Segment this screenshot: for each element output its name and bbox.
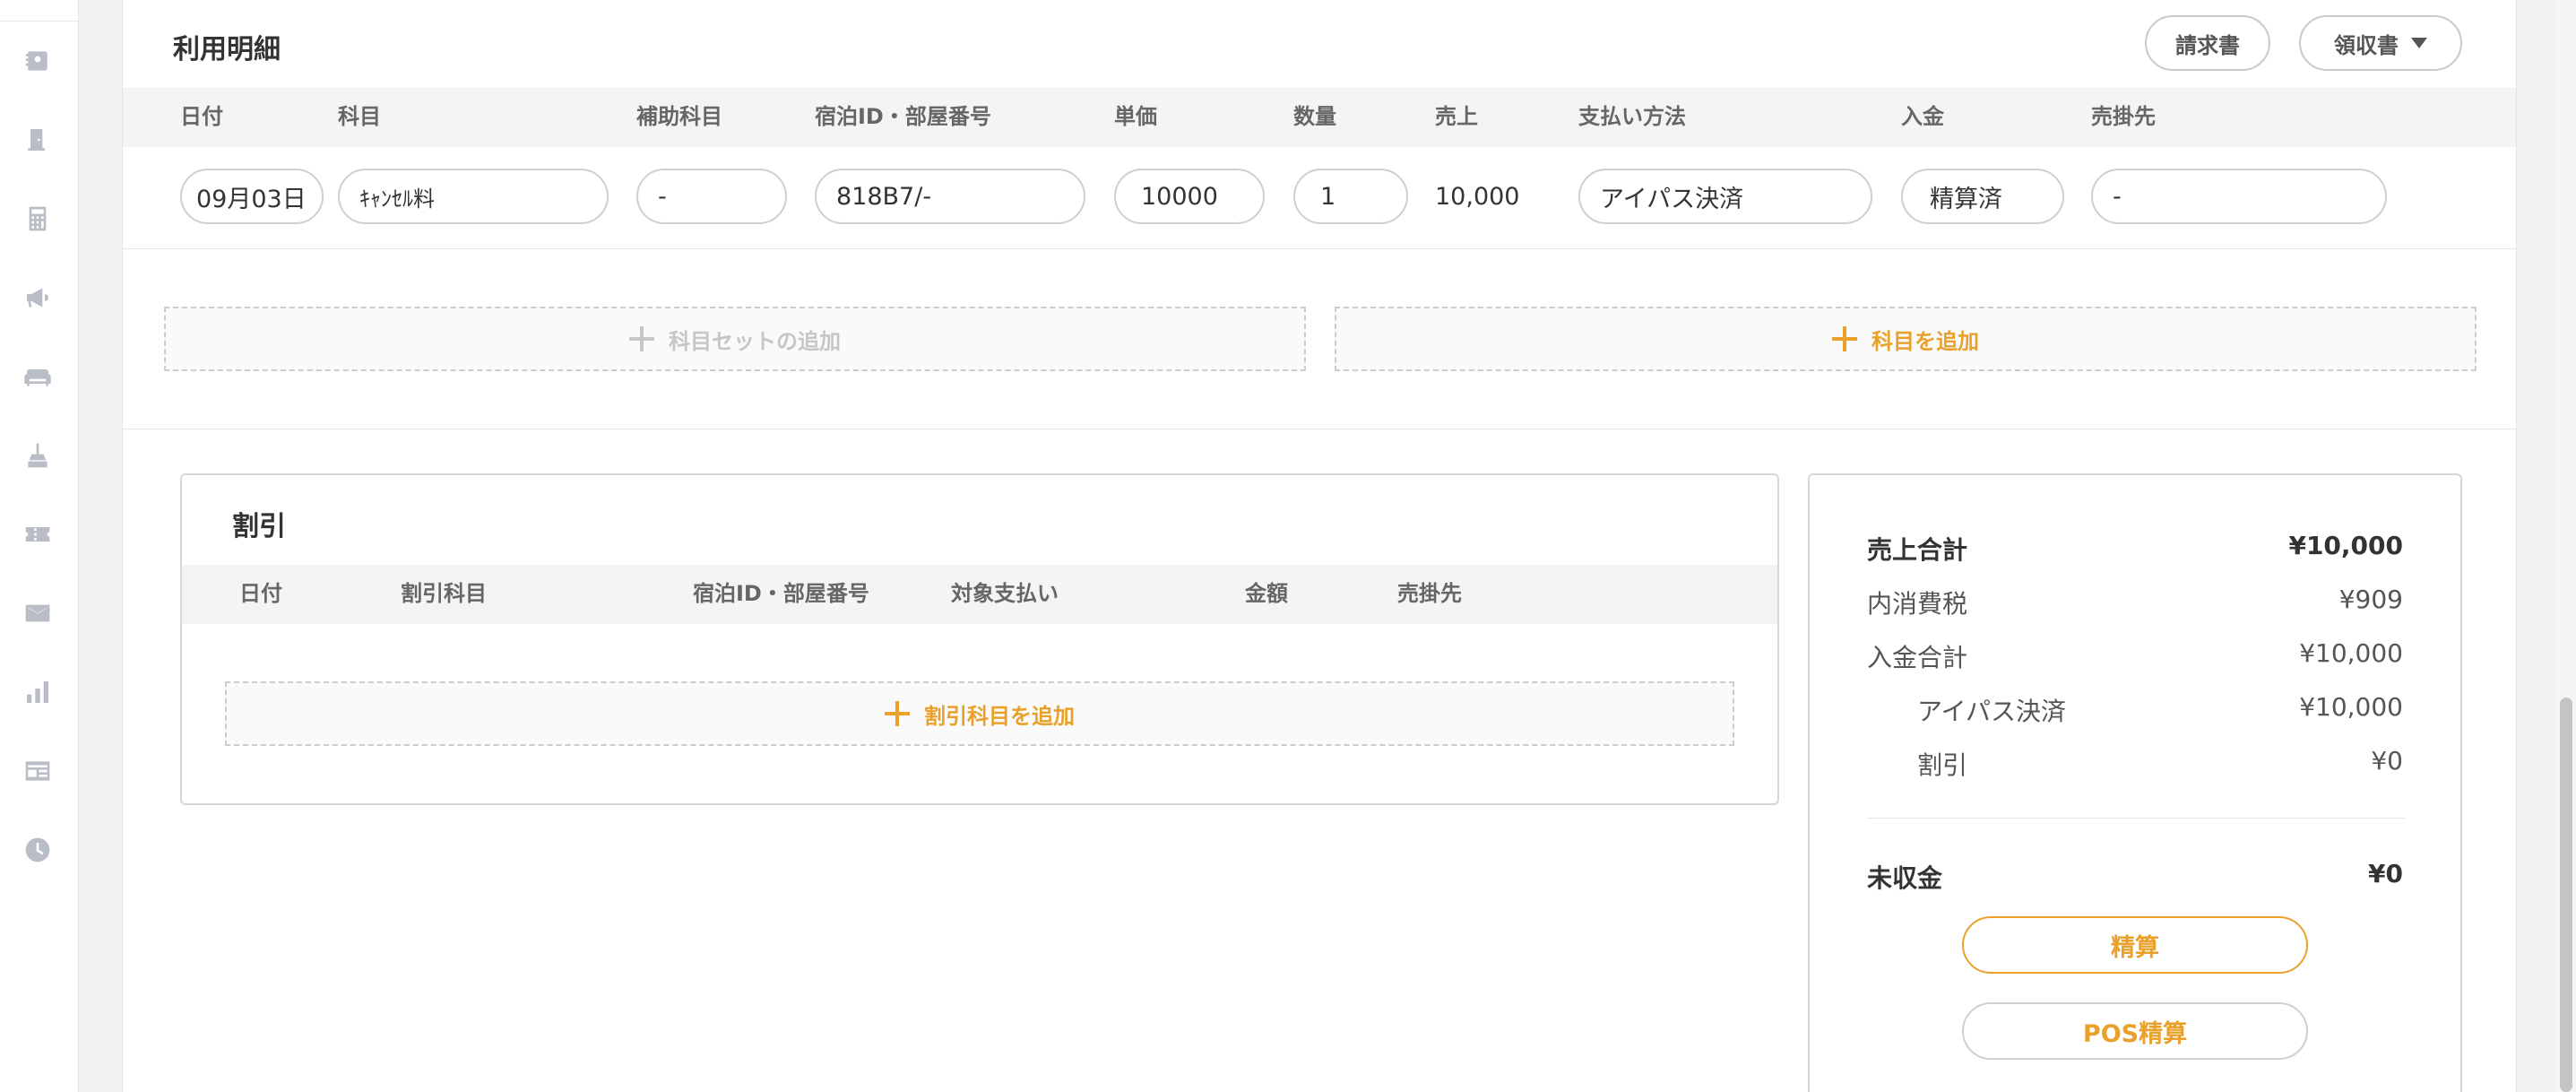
col-stay-room: 宿泊ID・部屋番号	[815, 104, 991, 129]
clock-icon[interactable]	[22, 834, 54, 866]
invoice-button-label: 請求書	[2175, 32, 2240, 58]
ticket-icon[interactable]	[22, 518, 54, 550]
unit-price-field[interactable]: 10000	[1114, 169, 1265, 224]
discount-col-item: 割引科目	[401, 581, 487, 606]
discount-col-target-payment: 対象支払い	[951, 581, 1059, 606]
summary-panel: 売上合計 ¥10,000 内消費税 ¥909 入金合計 ¥10,000 アイパス…	[1808, 473, 2462, 1092]
discount-col-amount: 金額	[1245, 581, 1288, 606]
door-icon[interactable]	[22, 124, 54, 156]
mail-icon[interactable]	[22, 597, 54, 629]
sales-total-value: ¥10,000	[2288, 531, 2403, 560]
ipass-value: ¥10,000	[2299, 692, 2403, 722]
discount-value: ¥0	[2371, 746, 2403, 776]
qty-field[interactable]: 1	[1293, 169, 1408, 224]
receivable-field[interactable]: -	[2091, 169, 2387, 224]
caret-down-icon	[2411, 38, 2427, 48]
payment-method-field[interactable]: アイパス決済	[1578, 169, 1872, 224]
scrollbar-thumb[interactable]	[2560, 698, 2572, 1092]
discount-panel: 割引 日付 割引科目 宿泊ID・部屋番号 対象支払い 金額 売掛先 割引科目を追…	[180, 473, 1779, 805]
sub-item-field[interactable]: -	[636, 169, 787, 224]
bar-chart-icon[interactable]	[22, 676, 54, 708]
unpaid-label: 未収金	[1867, 863, 1943, 893]
summary-divider	[1867, 818, 2405, 819]
usage-title: 利用明細	[173, 34, 281, 65]
plus-icon	[629, 326, 654, 351]
col-deposit: 入金	[1901, 104, 1944, 129]
add-item-button[interactable]: 科目を追加	[1335, 307, 2477, 371]
discount-col-stay-room: 宿泊ID・部屋番号	[693, 581, 869, 606]
news-icon[interactable]	[22, 755, 54, 787]
col-date: 日付	[180, 104, 223, 129]
col-receivable: 売掛先	[2091, 104, 2156, 129]
add-item-set-label: 科目セットの追加	[669, 328, 841, 354]
pos-settle-button[interactable]: POS精算	[1962, 1002, 2308, 1060]
add-discount-item-button[interactable]: 割引科目を追加	[225, 681, 1734, 746]
settle-button[interactable]: 精算	[1962, 916, 2308, 974]
contact-book-icon[interactable]	[22, 45, 54, 77]
deposit-total-label: 入金合計	[1867, 643, 1968, 672]
date-field[interactable]: 09月03日	[180, 169, 324, 224]
calculator-icon[interactable]	[22, 203, 54, 235]
add-discount-item-label: 割引科目を追加	[924, 703, 1075, 729]
col-unit-price: 単価	[1114, 104, 1157, 129]
discount-label: 割引	[1917, 750, 1968, 780]
col-sub-item: 補助科目	[636, 104, 722, 129]
megaphone-icon[interactable]	[22, 282, 54, 314]
col-payment-method: 支払い方法	[1578, 104, 1686, 129]
plus-icon	[885, 701, 910, 726]
tax-value: ¥909	[2338, 585, 2403, 614]
sales-value: 10,000	[1435, 183, 1520, 211]
col-qty: 数量	[1293, 104, 1336, 129]
pos-settle-button-label: POS精算	[2082, 1019, 2188, 1048]
unpaid-value: ¥0	[2368, 859, 2403, 888]
broom-icon[interactable]	[22, 439, 54, 472]
receipt-dropdown-button[interactable]: 領収書	[2299, 15, 2462, 71]
row-divider	[123, 248, 2516, 249]
settle-button-label: 精算	[2111, 933, 2159, 962]
col-sales: 売上	[1435, 104, 1478, 129]
add-item-label: 科目を追加	[1871, 328, 1979, 354]
sidebar	[0, 0, 79, 1092]
sidebar-top	[0, 0, 79, 22]
discount-title: 割引	[232, 511, 286, 542]
add-item-set-button[interactable]: 科目セットの追加	[164, 307, 1306, 371]
discount-col-receivable: 売掛先	[1397, 581, 1462, 606]
main-card: 利用明細 請求書 領収書 日付 科目 補助科目 宿泊ID・部屋番号 単価 数量 …	[122, 0, 2517, 1092]
invoice-button[interactable]: 請求書	[2145, 15, 2270, 71]
item-field[interactable]: ｷｬﾝｾﾙ料	[338, 169, 609, 224]
plus-icon	[1832, 326, 1857, 351]
sofa-icon[interactable]	[22, 360, 54, 393]
sales-total-label: 売上合計	[1867, 535, 1968, 565]
discount-col-date: 日付	[239, 581, 282, 606]
receipt-button-label: 領収書	[2334, 32, 2399, 58]
col-item: 科目	[338, 104, 381, 129]
stay-room-field[interactable]: 818B7/-	[815, 169, 1085, 224]
tax-label: 内消費税	[1867, 589, 1968, 619]
deposit-total-value: ¥10,000	[2299, 638, 2403, 668]
ipass-label: アイパス決済	[1917, 697, 2067, 726]
deposit-field[interactable]: 精算済	[1901, 169, 2064, 224]
